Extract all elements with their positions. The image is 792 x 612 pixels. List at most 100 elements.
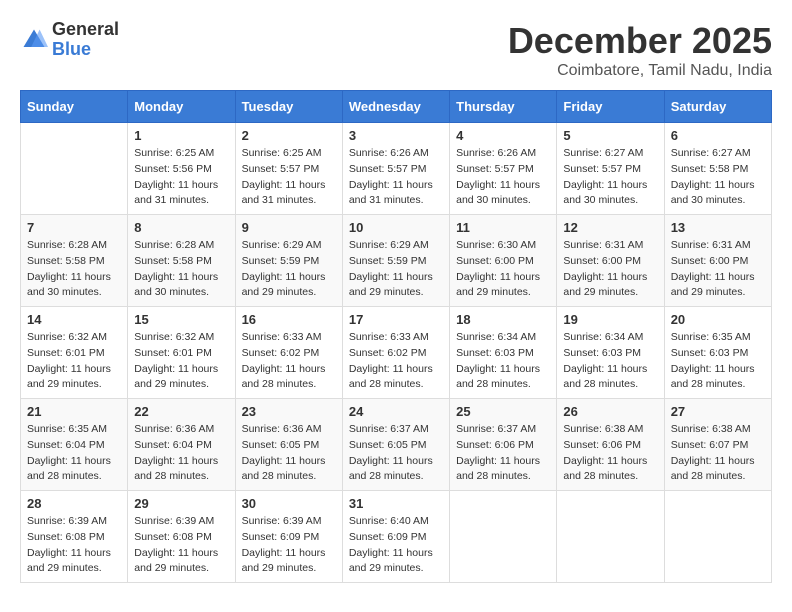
calendar-cell: 14 Sunrise: 6:32 AM Sunset: 6:01 PM Dayli… [21,307,128,399]
day-number: 11 [456,220,550,235]
day-info: Sunrise: 6:34 AM Sunset: 6:03 PM Dayligh… [563,330,657,393]
calendar-cell: 15Sunrise: 6:32 AM Sunset: 6:01 PM Dayli… [128,307,235,399]
calendar-cell: 2Sunrise: 6:25 AM Sunset: 5:57 PM Daylig… [235,123,342,215]
day-info: Sunrise: 6:34 AM Sunset: 6:03 PM Dayligh… [456,330,550,393]
calendar-cell: 13 Sunrise: 6:31 AM Sunset: 6:00 PM Dayli… [664,215,771,307]
day-info: Sunrise: 6:38 AM Sunset: 6:06 PM Dayligh… [563,422,657,485]
calendar-cell [664,491,771,583]
calendar-table: SundayMondayTuesdayWednesdayThursdayFrid… [20,90,772,583]
calendar-week-2: 7 Sunrise: 6:28 AM Sunset: 5:58 PM Daylig… [21,215,772,307]
calendar-cell: 11 Sunrise: 6:30 AM Sunset: 6:00 PM Dayli… [450,215,557,307]
logo-blue: Blue [52,40,119,60]
calendar-cell: 21 Sunrise: 6:35 AM Sunset: 6:04 PM Dayli… [21,399,128,491]
calendar-cell: 9 Sunrise: 6:29 AM Sunset: 5:59 PM Daylig… [235,215,342,307]
day-number: 5 [563,128,657,143]
logo-general: General [52,20,119,40]
day-info: Sunrise: 6:29 AM Sunset: 5:59 PM Dayligh… [349,238,443,301]
day-info: Sunrise: 6:40 AM Sunset: 6:09 PM Dayligh… [349,514,443,577]
day-number: 9 [242,220,336,235]
day-number: 12 [563,220,657,235]
day-info: Sunrise: 6:38 AM Sunset: 6:07 PM Dayligh… [671,422,765,485]
day-info: Sunrise: 6:29 AM Sunset: 5:59 PM Dayligh… [242,238,336,301]
day-number: 22 [134,404,228,419]
calendar-cell: 4Sunrise: 6:26 AM Sunset: 5:57 PM Daylig… [450,123,557,215]
header-tuesday: Tuesday [235,91,342,123]
day-info: Sunrise: 6:27 AM Sunset: 5:57 PM Dayligh… [563,146,657,209]
month-title: December 2025 [508,20,772,62]
calendar-week-5: 28 Sunrise: 6:39 AM Sunset: 6:08 PM Dayli… [21,491,772,583]
calendar-cell: 22Sunrise: 6:36 AM Sunset: 6:04 PM Dayli… [128,399,235,491]
day-number: 2 [242,128,336,143]
day-number: 17 [349,312,443,327]
day-number: 26 [563,404,657,419]
calendar-cell: 16 Sunrise: 6:33 AM Sunset: 6:02 PM Dayli… [235,307,342,399]
calendar-cell: 24Sunrise: 6:37 AM Sunset: 6:05 PM Dayli… [342,399,449,491]
day-info: Sunrise: 6:33 AM Sunset: 6:02 PM Dayligh… [242,330,336,393]
calendar-cell: 30 Sunrise: 6:39 AM Sunset: 6:09 PM Dayli… [235,491,342,583]
logo-icon [20,26,48,54]
calendar-cell: 3Sunrise: 6:26 AM Sunset: 5:57 PM Daylig… [342,123,449,215]
day-number: 25 [456,404,550,419]
day-number: 16 [242,312,336,327]
calendar-cell: 7Sunrise: 6:28 AM Sunset: 5:58 PM Daylig… [21,215,128,307]
day-number: 14 [27,312,121,327]
day-number: 24 [349,404,443,419]
day-info: Sunrise: 6:25 AM Sunset: 5:56 PM Dayligh… [134,146,228,209]
calendar-cell: 27 Sunrise: 6:38 AM Sunset: 6:07 PM Dayli… [664,399,771,491]
day-info: Sunrise: 6:28 AM Sunset: 5:58 PM Dayligh… [134,238,228,301]
calendar-cell: 17Sunrise: 6:33 AM Sunset: 6:02 PM Dayli… [342,307,449,399]
day-info: Sunrise: 6:27 AM Sunset: 5:58 PM Dayligh… [671,146,765,209]
calendar-cell: 12 Sunrise: 6:31 AM Sunset: 6:00 PM Dayli… [557,215,664,307]
day-number: 4 [456,128,550,143]
day-number: 21 [27,404,121,419]
day-info: Sunrise: 6:31 AM Sunset: 6:00 PM Dayligh… [671,238,765,301]
calendar-cell: 26 Sunrise: 6:38 AM Sunset: 6:06 PM Dayli… [557,399,664,491]
calendar-cell: 6 Sunrise: 6:27 AM Sunset: 5:58 PM Daylig… [664,123,771,215]
header-wednesday: Wednesday [342,91,449,123]
calendar-cell [450,491,557,583]
day-number: 13 [671,220,765,235]
calendar-cell: 5 Sunrise: 6:27 AM Sunset: 5:57 PM Daylig… [557,123,664,215]
day-number: 27 [671,404,765,419]
day-info: Sunrise: 6:30 AM Sunset: 6:00 PM Dayligh… [456,238,550,301]
day-info: Sunrise: 6:39 AM Sunset: 6:08 PM Dayligh… [134,514,228,577]
day-number: 29 [134,496,228,511]
day-number: 10 [349,220,443,235]
logo-text: General Blue [52,20,119,60]
day-info: Sunrise: 6:39 AM Sunset: 6:08 PM Dayligh… [27,514,121,577]
calendar-cell: 19Sunrise: 6:34 AM Sunset: 6:03 PM Dayli… [557,307,664,399]
calendar-cell: 29 Sunrise: 6:39 AM Sunset: 6:08 PM Dayli… [128,491,235,583]
day-info: Sunrise: 6:35 AM Sunset: 6:04 PM Dayligh… [27,422,121,485]
page-header: General Blue December 2025 Coimbatore, T… [20,20,772,80]
calendar-header-row: SundayMondayTuesdayWednesdayThursdayFrid… [21,91,772,123]
day-info: Sunrise: 6:39 AM Sunset: 6:09 PM Dayligh… [242,514,336,577]
day-info: Sunrise: 6:35 AM Sunset: 6:03 PM Dayligh… [671,330,765,393]
header-thursday: Thursday [450,91,557,123]
calendar-week-4: 21 Sunrise: 6:35 AM Sunset: 6:04 PM Dayli… [21,399,772,491]
calendar-cell: 1 Sunrise: 6:25 AM Sunset: 5:56 PM Daylig… [128,123,235,215]
header-friday: Friday [557,91,664,123]
calendar-cell: 31 Sunrise: 6:40 AM Sunset: 6:09 PM Dayli… [342,491,449,583]
calendar-cell: 28 Sunrise: 6:39 AM Sunset: 6:08 PM Dayli… [21,491,128,583]
calendar-cell: 18Sunrise: 6:34 AM Sunset: 6:03 PM Dayli… [450,307,557,399]
calendar-cell: 25Sunrise: 6:37 AM Sunset: 6:06 PM Dayli… [450,399,557,491]
day-info: Sunrise: 6:26 AM Sunset: 5:57 PM Dayligh… [349,146,443,209]
calendar-cell: 8 Sunrise: 6:28 AM Sunset: 5:58 PM Daylig… [128,215,235,307]
title-section: December 2025 Coimbatore, Tamil Nadu, In… [508,20,772,80]
day-info: Sunrise: 6:31 AM Sunset: 6:00 PM Dayligh… [563,238,657,301]
logo: General Blue [20,20,119,60]
day-number: 30 [242,496,336,511]
day-number: 31 [349,496,443,511]
header-sunday: Sunday [21,91,128,123]
calendar-week-1: 1 Sunrise: 6:25 AM Sunset: 5:56 PM Daylig… [21,123,772,215]
calendar-cell: 23Sunrise: 6:36 AM Sunset: 6:05 PM Dayli… [235,399,342,491]
day-number: 8 [134,220,228,235]
day-info: Sunrise: 6:32 AM Sunset: 6:01 PM Dayligh… [27,330,121,393]
day-info: Sunrise: 6:32 AM Sunset: 6:01 PM Dayligh… [134,330,228,393]
day-number: 6 [671,128,765,143]
header-monday: Monday [128,91,235,123]
calendar-cell [21,123,128,215]
day-number: 1 [134,128,228,143]
day-number: 7 [27,220,121,235]
day-number: 28 [27,496,121,511]
